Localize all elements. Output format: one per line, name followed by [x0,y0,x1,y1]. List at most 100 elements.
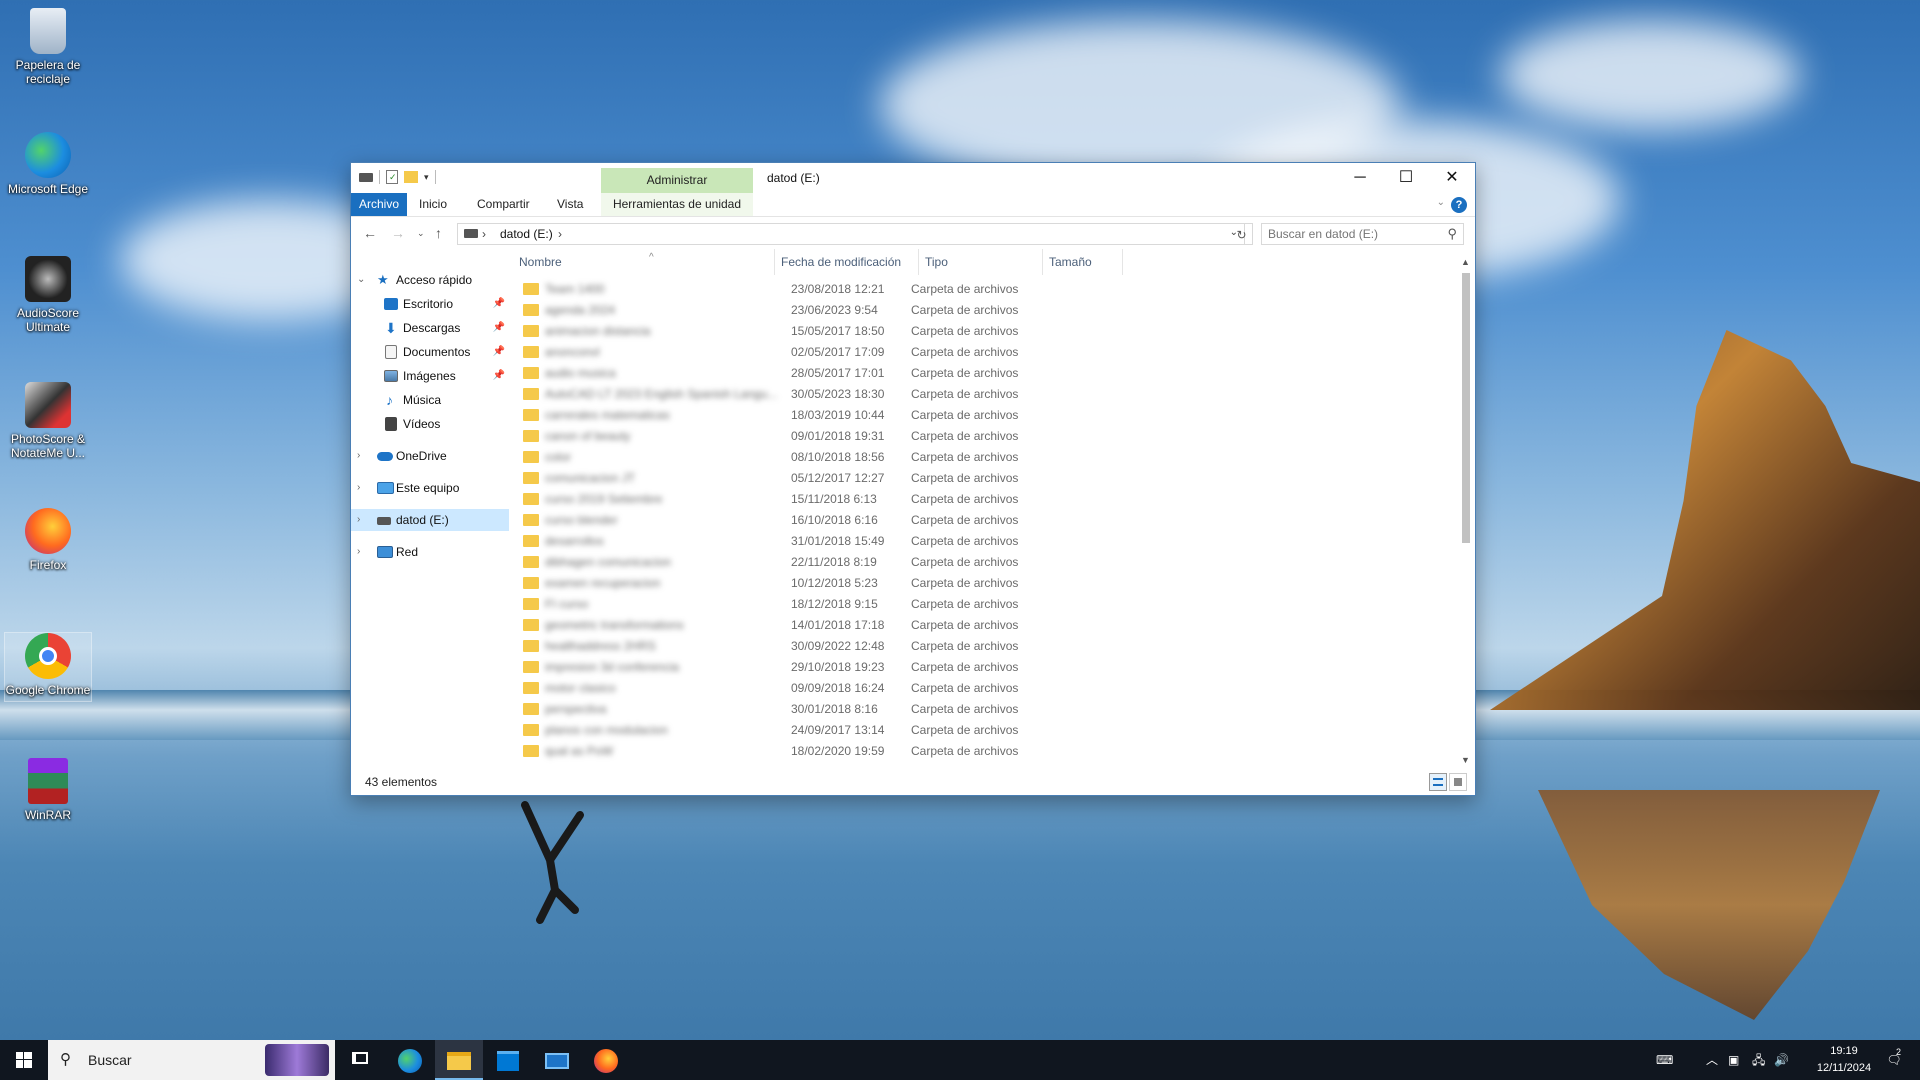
nav-quick-access[interactable]: ⌄ ★ Acceso rápido [351,269,509,291]
start-button[interactable] [0,1040,48,1080]
search-icon[interactable]: ⚲ [1447,226,1457,242]
search-box[interactable]: ⚲ [1261,223,1464,245]
chevron-right-icon[interactable]: › [357,541,360,563]
recent-locations-button[interactable]: ⌄ [417,228,425,239]
desktop-icon-firefox[interactable]: Firefox [4,508,92,572]
tab-vista[interactable]: Vista [549,193,591,216]
breadcrumb-separator-icon[interactable]: › [558,227,562,241]
desktop-icon-chrome[interactable]: Google Chrome [4,632,92,702]
table-row[interactable]: planos con modulacion 24/09/2017 13:14 Car… [513,720,1453,741]
table-row[interactable]: carrerales matematicas 18/03/2019 10:44 Ca… [513,405,1453,426]
show-hidden-icons-button[interactable]: ︿ [1706,1040,1718,1080]
nav-item-documentos[interactable]: Documentos 📌 [351,341,509,363]
forward-button[interactable]: → [391,225,405,241]
taskbar-search-box[interactable]: ⚲ Buscar [48,1040,335,1080]
table-row[interactable]: curso blender 16/10/2018 6:16 Carpeta de a… [513,510,1453,531]
keyboard-icon[interactable]: ⌨ [1656,1040,1673,1080]
refresh-button[interactable]: ↻ [1231,223,1253,245]
table-row[interactable]: FI curso 18/12/2018 9:15 Carpeta de archiv… [513,594,1453,615]
nav-item-videos[interactable]: Vídeos [351,413,509,435]
breadcrumb-separator-icon[interactable]: › [482,227,486,241]
notification-center-button[interactable]: 🗨 2 [1876,1040,1912,1080]
security-icon[interactable]: ▣ [1728,1040,1739,1080]
chevron-right-icon[interactable]: › [357,477,360,499]
chevron-right-icon[interactable]: › [357,509,360,531]
up-button[interactable]: ↑ [435,225,442,241]
column-header-tamano[interactable]: Tamaño [1043,249,1123,275]
table-row[interactable]: geometric transformations 14/01/2018 17:1… [513,615,1453,636]
table-row[interactable]: comunicacion JT 05/12/2017 12:27 Carpeta d… [513,468,1453,489]
desktop-icon-audioscore[interactable]: AudioScore Ultimate [4,256,92,334]
network-tray-icon[interactable]: 🖧 [1752,1040,1765,1080]
large-icons-view-button[interactable] [1449,773,1467,791]
column-header-fecha[interactable]: Fecha de modificación [775,249,919,275]
taskbar-store[interactable] [484,1040,532,1080]
nav-este-equipo[interactable]: › Este equipo [351,477,509,499]
table-row[interactable]: anonconvl 02/05/2017 17:09 Carpeta de arch… [513,342,1453,363]
file-date: 23/06/2023 9:54 [791,303,878,317]
chevron-right-icon[interactable]: › [357,445,360,467]
table-row[interactable]: canon of beauty 09/01/2018 19:31 Carpeta d… [513,426,1453,447]
volume-icon[interactable]: 🔊 [1774,1040,1789,1080]
nav-item-escritorio[interactable]: Escritorio 📌 [351,293,509,315]
table-row[interactable]: color 08/10/2018 18:56 Carpeta de archivos [513,447,1453,468]
table-row[interactable]: audio musica 28/05/2017 17:01 Carpeta de a… [513,363,1453,384]
tab-compartir[interactable]: Compartir [469,193,538,216]
details-view-button[interactable] [1429,773,1447,791]
scroll-up-icon[interactable]: ▲ [1461,257,1470,267]
table-row[interactable]: perspectiva 30/01/2018 8:16 Carpeta de arc… [513,699,1453,720]
table-row[interactable]: impresion 3d conferencia 29/10/2018 19:23… [513,657,1453,678]
nav-drive-e[interactable]: › datod (E:) [351,509,509,531]
column-header-nombre[interactable]: Nombre ^ [513,249,775,275]
table-row[interactable]: animacion distancia 15/05/2017 18:50 Carpe… [513,321,1453,342]
table-row[interactable]: healthaddress 2HRS 30/09/2022 12:48 Carpet… [513,636,1453,657]
help-icon[interactable]: ? [1451,197,1467,213]
contextual-tab-manage[interactable]: Administrar [601,168,753,193]
table-row[interactable]: AutoCAD LT 2023 English Spanish Langu...… [513,384,1453,405]
breadcrumb-drive[interactable]: datod (E:) [500,227,553,241]
tab-inicio[interactable]: Inicio [411,193,455,216]
taskbar-edge[interactable] [386,1040,434,1080]
search-input[interactable] [1262,224,1432,244]
nav-red[interactable]: › Red [351,541,509,563]
table-row[interactable]: Team 1400 23/08/2018 12:21 Carpeta de arch… [513,279,1453,300]
column-header-tipo[interactable]: Tipo [919,249,1043,275]
scroll-down-icon[interactable]: ▼ [1461,755,1470,765]
nav-onedrive[interactable]: › OneDrive [351,445,509,467]
desktop-icon-recycle-bin[interactable]: Papelera de reciclaje [4,8,92,86]
task-view-button[interactable] [336,1040,384,1080]
close-button[interactable]: ✕ [1429,163,1475,193]
table-row[interactable]: curso 2019 Setiembre 15/11/2018 6:13 Carpe… [513,489,1453,510]
back-button[interactable]: ← [363,225,377,241]
new-folder-icon[interactable] [404,171,418,183]
desktop-icon-photoscore[interactable]: PhotoScore & NotateMe U... [4,382,92,460]
taskbar-file-explorer[interactable] [435,1040,483,1080]
table-row[interactable]: qual as PoW 18/02/2020 19:59 Carpeta de ar… [513,741,1453,762]
nav-item-musica[interactable]: ♪ Música [351,389,509,411]
properties-icon[interactable]: ✓ [386,170,398,184]
file-type: Carpeta de archivos [911,303,1019,317]
table-row[interactable]: agenda 2024 23/06/2023 9:54 Carpeta de arc… [513,300,1453,321]
expand-ribbon-icon[interactable]: ⌄ [1437,197,1445,208]
table-row[interactable]: dibhagen comunicacion 22/11/2018 8:19 Carp… [513,552,1453,573]
chevron-down-icon[interactable]: ⌄ [357,269,365,291]
table-row[interactable]: examen recuperacion 10/12/2018 5:23 Carpet… [513,573,1453,594]
nav-item-descargas[interactable]: ⬇ Descargas 📌 [351,317,509,339]
desktop-icon-winrar[interactable]: WinRAR [4,758,92,822]
desktop-icon-edge[interactable]: Microsoft Edge [4,132,92,196]
taskbar-mail[interactable] [533,1040,581,1080]
tab-archivo[interactable]: Archivo [351,193,407,216]
minimize-button[interactable]: ─ [1337,163,1383,193]
clock[interactable]: 19:19 12/11/2024 [1814,1043,1874,1077]
table-row[interactable]: desarrollos 31/01/2018 15:49 Carpeta de ar… [513,531,1453,552]
vertical-scrollbar[interactable]: ▲ ▼ [1459,255,1473,765]
address-bar[interactable]: › datod (E:) › ⌄ [457,223,1245,245]
customize-qat-icon[interactable]: ▾ [424,172,429,183]
table-row[interactable]: motor clasico 09/09/2018 16:24 Carpeta de … [513,678,1453,699]
scrollbar-thumb[interactable] [1462,273,1470,543]
taskbar-firefox[interactable] [582,1040,630,1080]
file-date: 23/08/2018 12:21 [791,282,885,296]
tab-herramientas-de-unidad[interactable]: Herramientas de unidad [601,193,753,216]
nav-item-imagenes[interactable]: Imágenes 📌 [351,365,509,387]
maximize-button[interactable]: ☐ [1383,163,1429,193]
